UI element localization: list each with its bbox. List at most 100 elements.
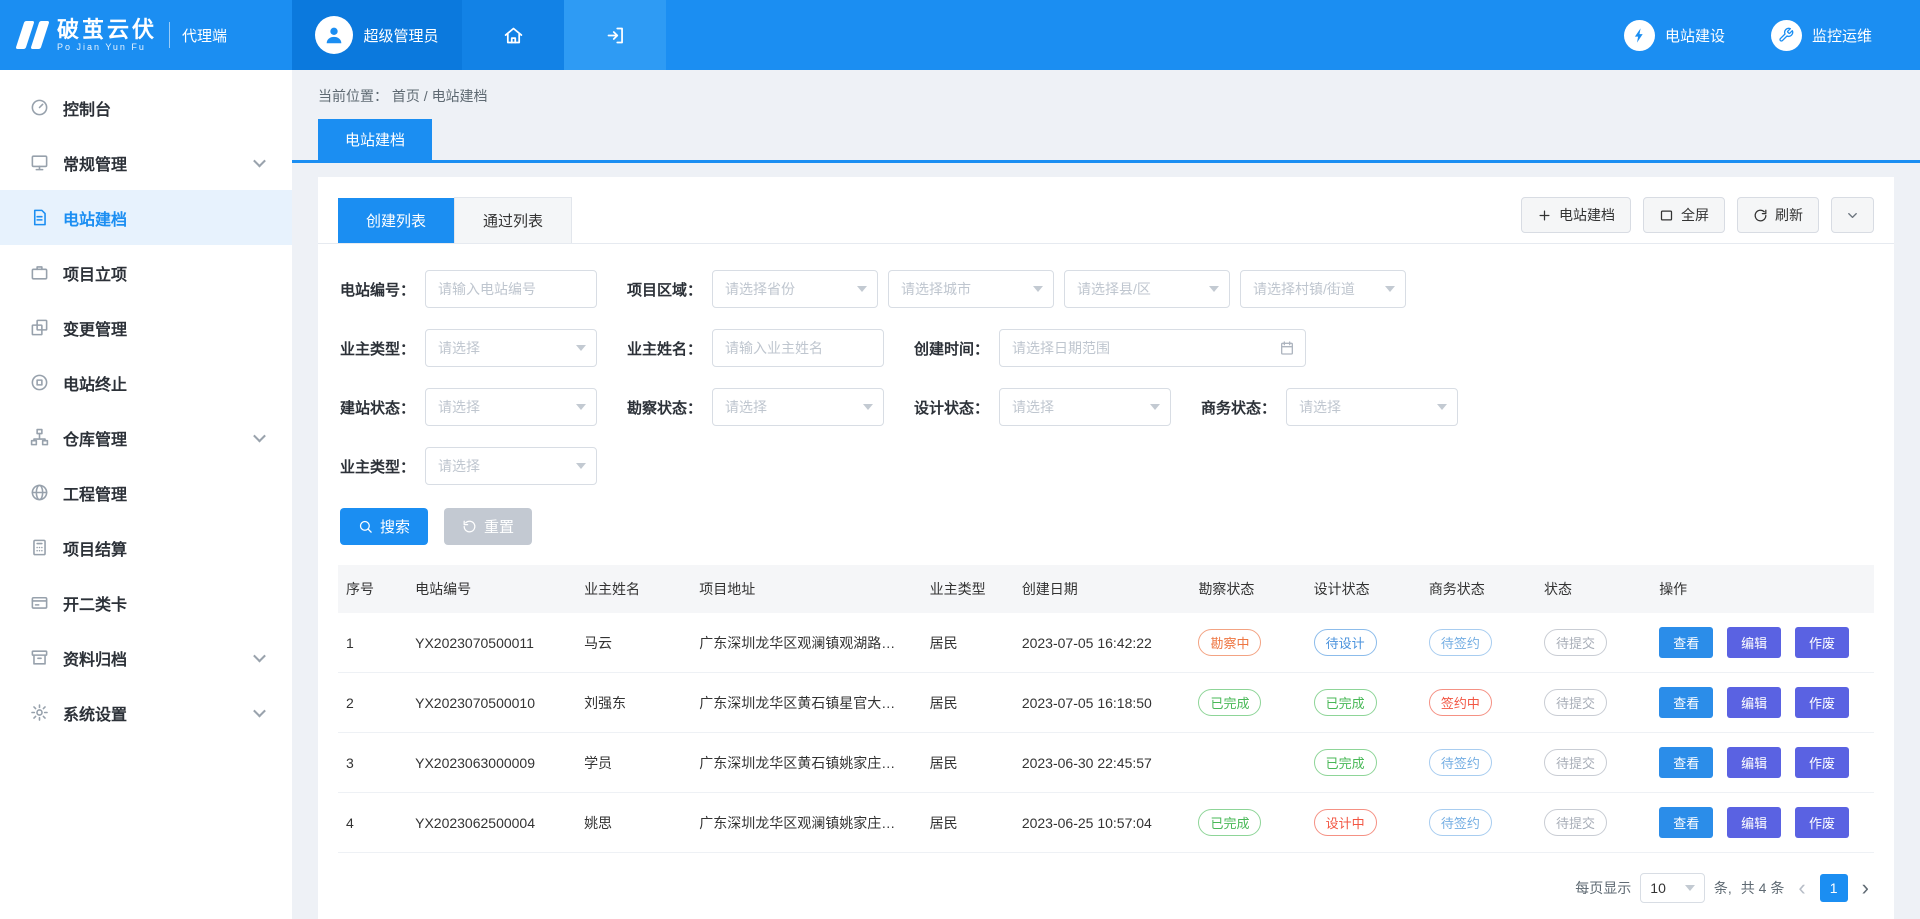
city-select[interactable]: 请选择城市 <box>888 270 1054 308</box>
cell-owner: 姚思 <box>576 793 691 853</box>
cell-survey: 已完成 <box>1190 673 1305 733</box>
cell-business: 待签约 <box>1421 793 1536 853</box>
col-business: 商务状态 <box>1421 565 1536 613</box>
per-page-select[interactable]: 10 <box>1640 873 1705 903</box>
tab-passed-list[interactable]: 通过列表 <box>454 197 572 243</box>
search-button[interactable]: 搜索 <box>340 508 428 545</box>
build-status-select[interactable]: 请选择 <box>425 388 597 426</box>
submit-status-badge: 待提交 <box>1544 809 1607 836</box>
total-label: 共 4 条 <box>1741 878 1785 898</box>
owner-type-2-select[interactable]: 请选择 <box>425 447 597 485</box>
cell-no: 3 <box>338 733 407 793</box>
calendar-icon <box>1279 340 1295 356</box>
filter-actions: 搜索 重置 <box>318 506 1894 565</box>
next-page-button[interactable]: › <box>1857 877 1874 899</box>
cell-owner: 刘强东 <box>576 673 691 733</box>
owner-type-select[interactable]: 请选择 <box>425 329 597 367</box>
wrench-icon <box>1771 20 1802 51</box>
filter-build-status: 建站状态： 请选择 <box>340 388 597 426</box>
top-header: 破茧云伏 Po Jian Yun Fu 代理端 超级管理员 <box>0 0 1920 70</box>
collapse-filter-button[interactable] <box>1831 197 1874 233</box>
chevron-down-icon <box>253 705 266 718</box>
user-menu[interactable]: 超级管理员 <box>292 0 462 70</box>
survey-status-select[interactable]: 请选择 <box>712 388 884 426</box>
sidebar-item-change-mgmt[interactable]: 变更管理 <box>0 300 292 355</box>
void-button[interactable]: 作废 <box>1795 687 1849 718</box>
cell-survey: 已完成 <box>1190 793 1305 853</box>
view-button[interactable]: 查看 <box>1659 807 1713 838</box>
cell-survey: 勘察中 <box>1190 613 1305 673</box>
prev-page-button[interactable]: ‹ <box>1793 877 1810 899</box>
cell-design: 已完成 <box>1306 733 1421 793</box>
view-button[interactable]: 查看 <box>1659 627 1713 658</box>
void-button[interactable]: 作废 <box>1795 627 1849 658</box>
county-select[interactable]: 请选择县/区 <box>1064 270 1230 308</box>
nav-monitor-ops[interactable]: 监控运维 <box>1771 20 1872 51</box>
list-card: 创建列表 通过列表 电站建档 全屏 刷新 <box>318 177 1894 919</box>
sidebar-item-project-settlement[interactable]: 项目结算 <box>0 520 292 575</box>
sidebar-item-console[interactable]: 控制台 <box>0 80 292 135</box>
business-status-select[interactable]: 请选择 <box>1286 388 1458 426</box>
page-tab-station-archive[interactable]: 电站建档 <box>318 119 432 160</box>
home-button[interactable] <box>462 0 564 70</box>
view-button[interactable]: 查看 <box>1659 687 1713 718</box>
tab-create-list[interactable]: 创建列表 <box>338 198 454 243</box>
sidebar-item-type2-card[interactable]: 开二类卡 <box>0 575 292 630</box>
filter-panel: 电站编号： 项目区域： 请选择省份 请选择城市 请选择县/区 请选择村镇/街道 <box>318 244 1894 485</box>
add-station-button[interactable]: 电站建档 <box>1521 197 1631 233</box>
sidebar-item-warehouse-mgmt[interactable]: 仓库管理 <box>0 410 292 465</box>
sidebar: 控制台 常规管理 电站建档 项目立项 变更管理 电站终止 <box>0 70 292 919</box>
cell-address: 广东深圳龙华区黄石镇星官大… <box>691 673 921 733</box>
caret-down-icon <box>1437 404 1447 410</box>
void-button[interactable]: 作废 <box>1795 807 1849 838</box>
cell-code: YX2023070500010 <box>407 673 576 733</box>
sidebar-item-station-terminate[interactable]: 电站终止 <box>0 355 292 410</box>
main-content: 当前位置： 首页 / 电站建档 电站建档 创建列表 通过列表 电站建档 <box>292 70 1920 919</box>
date-range-picker[interactable] <box>999 329 1306 367</box>
page-tab-strip: 电站建档 <box>292 119 1920 163</box>
col-design: 设计状态 <box>1306 565 1421 613</box>
station-code-input[interactable] <box>425 270 597 308</box>
edit-button[interactable]: 编辑 <box>1727 747 1781 778</box>
design-status-badge: 待设计 <box>1314 629 1377 656</box>
edit-button[interactable]: 编辑 <box>1727 687 1781 718</box>
sidebar-item-project-init[interactable]: 项目立项 <box>0 245 292 300</box>
logo-divider <box>169 22 170 48</box>
nav-station-build[interactable]: 电站建设 <box>1624 20 1725 51</box>
cell-status: 待提交 <box>1536 673 1651 733</box>
town-select[interactable]: 请选择村镇/街道 <box>1240 270 1406 308</box>
reset-button[interactable]: 重置 <box>444 508 532 545</box>
per-page-label: 每页显示 <box>1575 878 1631 898</box>
sidebar-item-label: 电站建档 <box>63 206 127 230</box>
refresh-button[interactable]: 刷新 <box>1737 197 1819 233</box>
col-code: 电站编号 <box>407 565 576 613</box>
date-range-input[interactable] <box>1012 340 1279 356</box>
table-row: 3 YX2023063000009 学员 广东深圳龙华区黄石镇姚家庄… 居民 2… <box>338 733 1874 793</box>
sidebar-item-general-mgmt[interactable]: 常规管理 <box>0 135 292 190</box>
sidebar-item-station-archive[interactable]: 电站建档 <box>0 190 292 245</box>
breadcrumb-home-link[interactable]: 首页 <box>392 88 420 104</box>
logout-button[interactable] <box>564 0 666 70</box>
owner-name-input[interactable] <box>712 329 884 367</box>
edit-button[interactable]: 编辑 <box>1727 627 1781 658</box>
sidebar-item-data-archive[interactable]: 资料归档 <box>0 630 292 685</box>
cell-status: 待提交 <box>1536 613 1651 673</box>
edit-button[interactable]: 编辑 <box>1727 807 1781 838</box>
cell-address: 广东深圳龙华区观澜镇姚家庄… <box>691 793 921 853</box>
view-button[interactable]: 查看 <box>1659 747 1713 778</box>
void-button[interactable]: 作废 <box>1795 747 1849 778</box>
design-status-select[interactable]: 请选择 <box>999 388 1171 426</box>
col-no: 序号 <box>338 565 407 613</box>
sidebar-item-engineering-mgmt[interactable]: 工程管理 <box>0 465 292 520</box>
cell-ops: 查看 编辑 作废 <box>1651 613 1874 673</box>
sidebar-item-label: 电站终止 <box>63 371 127 395</box>
copy-icon <box>30 318 49 337</box>
province-select[interactable]: 请选择省份 <box>712 270 878 308</box>
cell-ops: 查看 编辑 作废 <box>1651 673 1874 733</box>
page-number-button[interactable]: 1 <box>1820 874 1848 902</box>
sidebar-item-system-settings[interactable]: 系统设置 <box>0 685 292 740</box>
breadcrumb-current: 电站建档 <box>432 88 488 104</box>
fullscreen-button[interactable]: 全屏 <box>1643 197 1725 233</box>
sidebar-item-label: 控制台 <box>63 96 111 120</box>
cell-date: 2023-06-30 22:45:57 <box>1014 733 1191 793</box>
